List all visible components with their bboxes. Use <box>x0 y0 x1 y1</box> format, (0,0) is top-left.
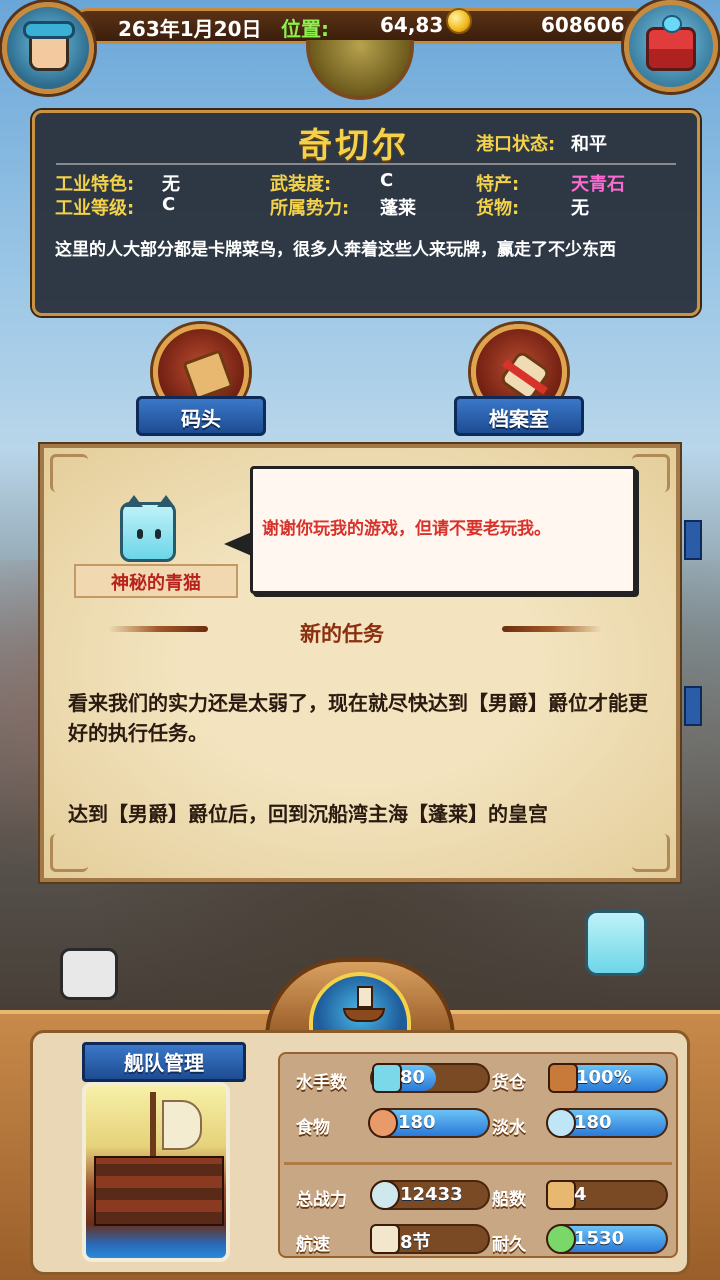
ship-count-icon <box>546 1180 576 1210</box>
sail-icon <box>357 986 373 1008</box>
treasure-chest-button[interactable] <box>624 0 718 92</box>
archive-button[interactable]: 档案室 <box>454 324 584 444</box>
water-value: 180 <box>574 1112 612 1133</box>
side-tab-right-2[interactable] <box>684 686 702 726</box>
gold-amount: 608606 <box>541 13 625 37</box>
cat-eye <box>137 529 143 539</box>
specialty-label: 特产: <box>476 174 520 195</box>
player-avatar[interactable] <box>2 2 94 94</box>
crate-icon <box>548 1063 578 1093</box>
durability-value: 1530 <box>574 1228 625 1249</box>
gold-coin-icon <box>446 8 472 34</box>
meat-icon <box>368 1108 398 1138</box>
industry-feature-value: 无 <box>162 174 180 195</box>
blue-cat-icon[interactable] <box>585 910 647 976</box>
boat-icon <box>343 1008 385 1022</box>
sailor-icon <box>372 1063 402 1093</box>
port-description: 这里的人大部分都是卡牌菜鸟，很多人奔着这些人来玩牌，赢走了不少东西 <box>55 240 616 260</box>
goods-label: 货物: <box>476 198 520 219</box>
blue-cat-npc-icon <box>120 495 176 562</box>
bandana-icon <box>23 21 75 39</box>
flagship-picture[interactable] <box>82 1082 230 1262</box>
food-label: 食物 <box>296 1118 330 1138</box>
cargo-label: 货仓 <box>492 1073 526 1093</box>
game-date: 263年1月20日 <box>118 17 262 41</box>
goods-value: 无 <box>571 198 589 219</box>
ships-value: 4 <box>574 1184 587 1205</box>
ship-sail <box>162 1100 202 1150</box>
quest-body: 看来我们的实力还是太弱了，现在就尽快达到【男爵】爵位才能更好的执行任务。 <box>68 691 648 745</box>
sailors-value: 80 <box>400 1067 426 1088</box>
ships-label: 船数 <box>492 1190 526 1210</box>
specialty-value: 天青石 <box>571 174 625 195</box>
title-ornament-left <box>108 626 208 632</box>
port-name: 奇切尔 <box>298 126 409 166</box>
speed-value: 8节 <box>400 1232 431 1253</box>
ship-mast <box>150 1092 156 1162</box>
armament-value: C <box>380 170 394 191</box>
durability-label: 耐久 <box>492 1235 526 1255</box>
position-value: 64,83 <box>380 13 444 37</box>
dock-button[interactable]: 码头 <box>136 324 266 444</box>
armament-label: 武装度: <box>270 174 332 195</box>
cat-eye <box>155 529 161 539</box>
cargo-value: 100% <box>576 1067 632 1088</box>
faction-value: 蓬莱 <box>380 198 416 219</box>
grey-cat-icon[interactable] <box>60 948 118 1000</box>
sailboat-icon <box>370 1224 400 1254</box>
port-status-label: 港口状态: <box>476 134 556 155</box>
ornament-corner <box>632 454 670 492</box>
ornament-corner <box>50 454 88 492</box>
repair-icon <box>546 1224 576 1254</box>
divider <box>56 163 676 165</box>
food-value: 180 <box>398 1112 436 1133</box>
quest-title: 新的任务 <box>300 622 384 646</box>
industry-feature-label: 工业特色: <box>55 174 135 195</box>
industry-level-label: 工业等级: <box>55 198 135 219</box>
dock-label: 码头 <box>181 407 221 431</box>
quest-goal: 达到【男爵】爵位后，回到沉船湾主海【蓬莱】的皇宫 <box>68 802 548 826</box>
industry-level-value: C <box>162 194 176 215</box>
speech-bubble-tail <box>224 532 252 556</box>
cat-ear <box>157 495 175 507</box>
water-jug-icon <box>546 1108 576 1138</box>
cat-ear <box>125 495 143 507</box>
gem-icon <box>662 15 682 33</box>
treasure-chest-icon <box>646 27 696 71</box>
faction-label: 所属势力: <box>270 198 350 219</box>
power-label: 总战力 <box>296 1190 347 1210</box>
position-label: 位置: <box>281 17 329 41</box>
ornament-corner <box>632 834 670 872</box>
side-tab-right[interactable] <box>684 520 702 560</box>
ornament-corner <box>50 834 88 872</box>
fleet-management-title[interactable]: 舰队管理 <box>82 1047 246 1076</box>
npc-name: 神秘的青猫 <box>111 573 201 594</box>
archive-label: 档案室 <box>489 407 549 431</box>
sailors-label: 水手数 <box>296 1073 347 1093</box>
ship-deck <box>94 1156 224 1226</box>
water-label: 淡水 <box>492 1118 526 1138</box>
speed-label: 航速 <box>296 1235 330 1255</box>
port-status-value: 和平 <box>571 134 607 155</box>
speech-text: 谢谢你玩我的游戏，但请不要老玩我。 <box>262 519 551 539</box>
stats-divider <box>284 1162 672 1165</box>
title-ornament-right <box>502 626 602 632</box>
skull-crossbones-icon <box>370 1180 400 1210</box>
map-globe-button[interactable] <box>306 40 414 100</box>
dock-icon <box>182 349 234 401</box>
power-value: 12433 <box>400 1184 463 1205</box>
